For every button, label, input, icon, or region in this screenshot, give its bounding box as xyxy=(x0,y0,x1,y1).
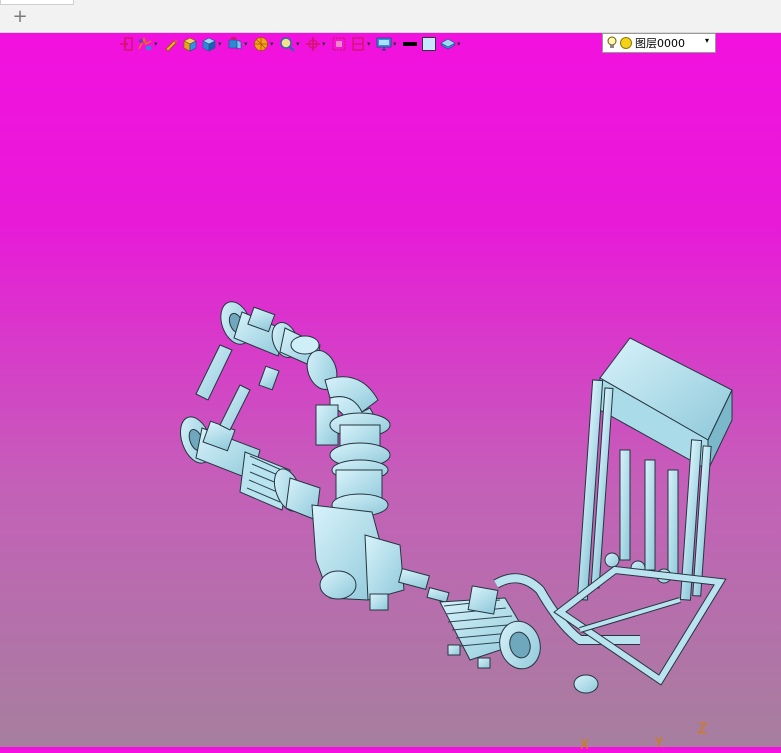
3d-model-viewport[interactable] xyxy=(0,56,781,747)
pencil-button[interactable] xyxy=(163,34,179,54)
cube-view-button[interactable]: ▾ xyxy=(201,34,224,54)
fit-view-icon xyxy=(332,37,346,51)
rotate-view-button[interactable]: ▾ xyxy=(305,34,328,54)
pump-body xyxy=(311,504,450,611)
section-view-icon xyxy=(352,37,364,51)
section-view-button[interactable]: ▾ xyxy=(350,34,373,54)
fill-color-button[interactable] xyxy=(421,34,437,54)
electric-motor xyxy=(439,585,541,670)
axis-label-x: X xyxy=(580,738,589,753)
display-settings-button[interactable]: ▾ xyxy=(376,34,399,54)
render-style-icon xyxy=(254,37,268,51)
projection-icon xyxy=(228,37,242,50)
solid-box-button[interactable] xyxy=(182,34,198,54)
sketch-tools-icon xyxy=(138,37,152,50)
pencil-icon xyxy=(165,39,178,52)
exit-arrow-icon xyxy=(120,37,133,51)
chevron-down-icon: ▾ xyxy=(244,40,248,48)
projection-button[interactable]: ▾ xyxy=(227,34,250,54)
layer-manager-button[interactable]: ▾ xyxy=(440,34,463,54)
chevron-down-icon: ▾ xyxy=(367,40,371,48)
line-color-button[interactable] xyxy=(402,34,418,54)
solid-box-icon xyxy=(183,37,197,52)
exit-button[interactable] xyxy=(118,34,134,54)
chevron-down-icon: ▾ xyxy=(154,40,158,48)
axis-label-z: Z xyxy=(698,722,707,737)
layer-manager-icon xyxy=(440,38,456,50)
chevron-down-icon: ▾ xyxy=(393,40,397,48)
document-tab-strip: + xyxy=(0,0,781,33)
zoom-icon xyxy=(280,37,295,52)
line-color-icon xyxy=(403,42,417,46)
chevron-down-icon: ▾ xyxy=(296,40,300,48)
layer-current-value: 图层0000 xyxy=(635,37,685,50)
rotate-view-icon xyxy=(306,37,320,51)
dropdown-arrow-icon[interactable]: ▾ xyxy=(705,36,709,45)
lightbulb-icon xyxy=(607,36,617,48)
fit-view-button[interactable] xyxy=(331,34,347,54)
active-document-tab[interactable] xyxy=(0,0,74,5)
layer-state-icon xyxy=(620,37,632,49)
vertical-pipe-column xyxy=(315,404,391,517)
chevron-down-icon: ▾ xyxy=(322,40,326,48)
fill-color-icon xyxy=(422,37,436,51)
cube-view-icon xyxy=(202,37,216,52)
new-tab-button[interactable]: + xyxy=(10,8,30,28)
chevron-down-icon: ▾ xyxy=(218,40,222,48)
chevron-down-icon: ▾ xyxy=(270,40,274,48)
display-settings-icon xyxy=(376,37,392,51)
lower-valve-assembly xyxy=(179,384,321,521)
layer-select[interactable]: 图层0000 ▾ xyxy=(602,33,716,53)
axis-label-y: Y xyxy=(655,736,663,751)
chevron-down-icon: ▾ xyxy=(457,40,461,48)
zoom-button[interactable]: ▾ xyxy=(279,34,302,54)
sketch-tools-button[interactable]: ▾ xyxy=(137,34,160,54)
render-style-button[interactable]: ▾ xyxy=(253,34,276,54)
